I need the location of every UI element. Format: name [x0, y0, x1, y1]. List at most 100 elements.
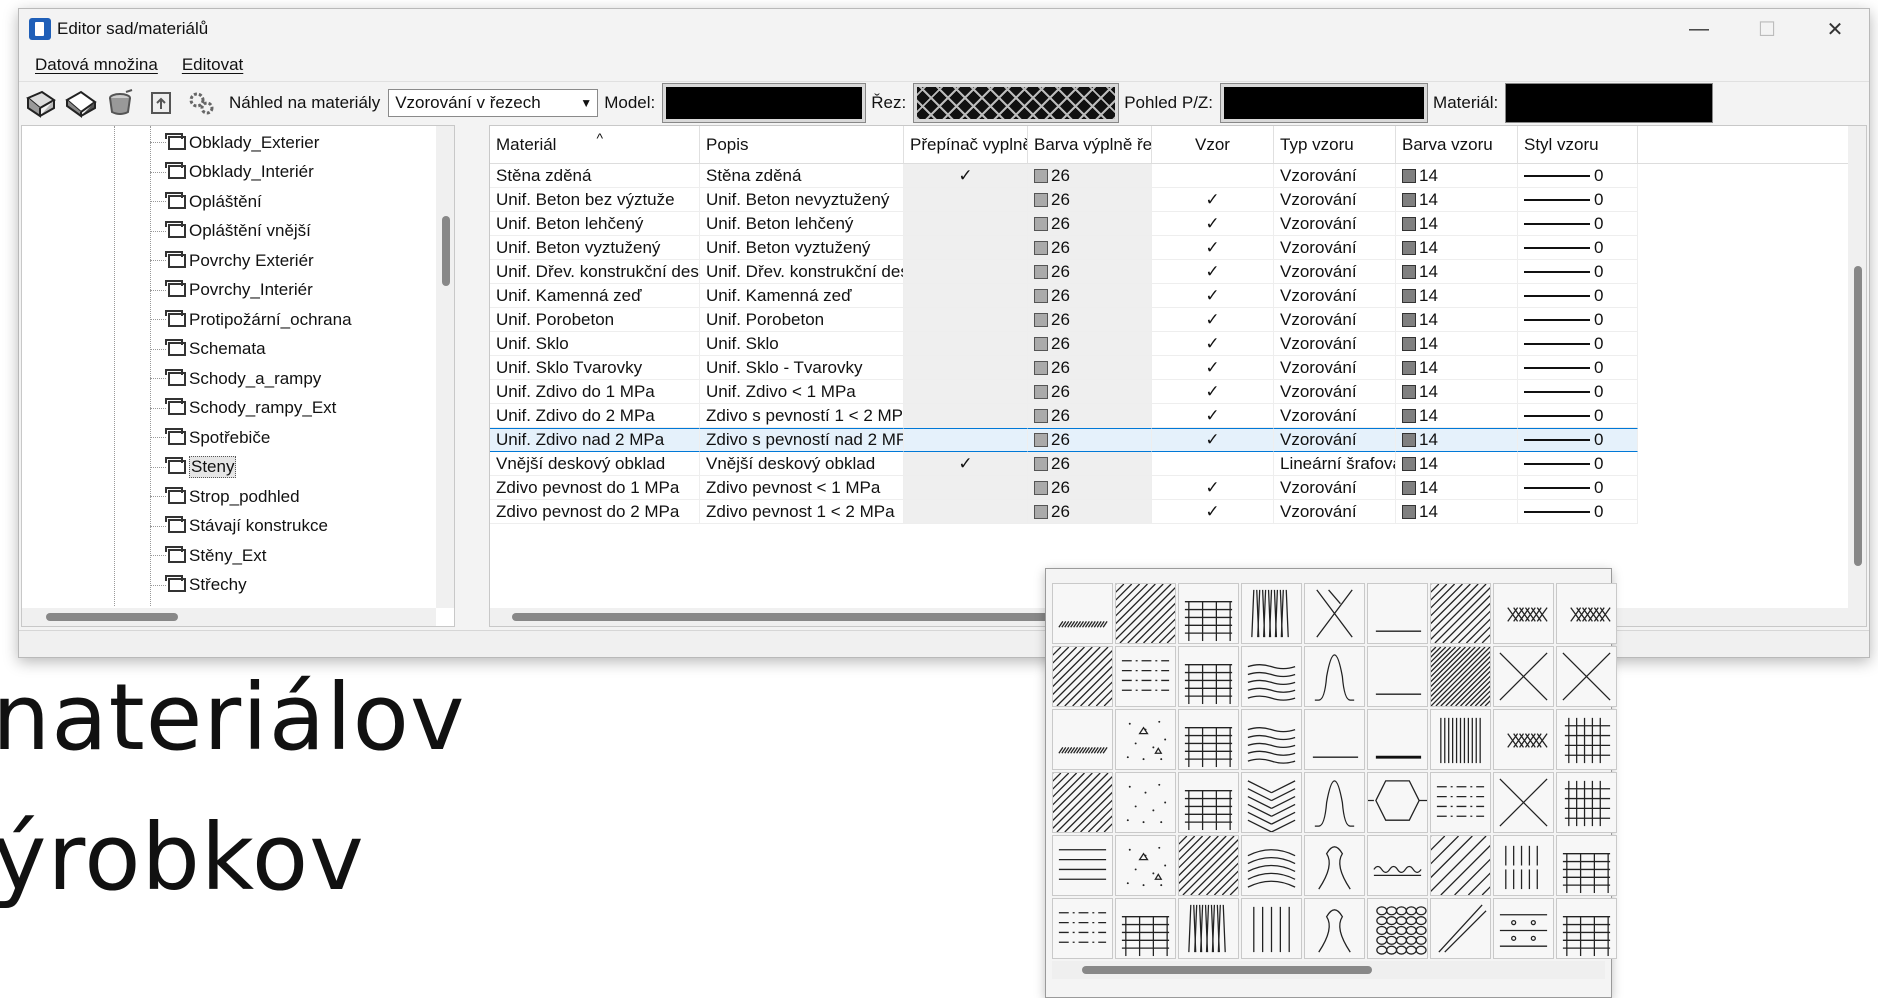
- material-cell[interactable]: Unif. Beton lehčený: [490, 212, 700, 236]
- tree-item[interactable]: Střechy: [150, 571, 247, 600]
- pattern-option[interactable]: [1241, 709, 1302, 770]
- material-bucket-icon[interactable]: [103, 85, 139, 121]
- tree-item[interactable]: Steny: [150, 453, 237, 482]
- pattern-toggle-cell[interactable]: ✓: [1152, 236, 1274, 260]
- table-row[interactable]: Zdivo pevnost do 2 MPa Zdivo pevnost 1 < …: [490, 500, 1866, 524]
- table-vertical-scrollbar[interactable]: [1848, 126, 1866, 626]
- fill-color-cell[interactable]: 26: [1028, 308, 1152, 332]
- material-cell[interactable]: Unif. Beton bez výztuže: [490, 188, 700, 212]
- table-row[interactable]: Unif. Zdivo do 2 MPa Zdivo s pevností 1 <…: [490, 404, 1866, 428]
- pattern-option[interactable]: [1304, 835, 1365, 896]
- pattern-option[interactable]: [1304, 772, 1365, 833]
- tree-item[interactable]: Protipožární_ochrana: [150, 305, 352, 334]
- material-cell[interactable]: Unif. Sklo: [490, 332, 700, 356]
- description-cell[interactable]: Vnější deskový obklad: [700, 452, 904, 476]
- pattern-option[interactable]: [1430, 898, 1491, 959]
- pattern-toggle-cell[interactable]: ✓: [1152, 500, 1274, 524]
- pattern-option[interactable]: [1367, 646, 1428, 707]
- pattern-toggle-cell[interactable]: ✓: [1152, 356, 1274, 380]
- pattern-style-cell[interactable]: 0: [1518, 356, 1638, 380]
- pattern-option[interactable]: [1178, 835, 1239, 896]
- fill-toggle-cell[interactable]: [904, 236, 1028, 260]
- fill-toggle-cell[interactable]: [904, 476, 1028, 500]
- pattern-option[interactable]: [1367, 583, 1428, 644]
- tree-item[interactable]: Schody_a_rampy: [150, 364, 321, 393]
- column-header[interactable]: Styl vzoru: [1518, 126, 1638, 163]
- menu-edit[interactable]: Editovat: [182, 55, 243, 75]
- description-cell[interactable]: Unif. Zdivo < 1 MPa: [700, 380, 904, 404]
- pattern-option[interactable]: [1493, 835, 1554, 896]
- model-swatch[interactable]: [662, 83, 867, 123]
- fill-toggle-cell[interactable]: [904, 212, 1028, 236]
- fill-color-cell[interactable]: 26: [1028, 188, 1152, 212]
- fill-toggle-cell[interactable]: [904, 260, 1028, 284]
- table-scroll-thumb[interactable]: [1854, 266, 1862, 566]
- tree-item[interactable]: Opláštění vnější: [150, 217, 311, 246]
- column-header[interactable]: Vzor: [1152, 126, 1274, 163]
- fill-toggle-cell[interactable]: ✓: [904, 452, 1028, 476]
- pattern-type-cell[interactable]: Vzorování: [1274, 236, 1396, 260]
- material-cell[interactable]: Zdivo pevnost do 1 MPa: [490, 476, 700, 500]
- pattern-type-cell[interactable]: Vzorování: [1274, 476, 1396, 500]
- pattern-type-cell[interactable]: Vzorování: [1274, 164, 1396, 188]
- pattern-option[interactable]: [1430, 835, 1491, 896]
- pattern-option[interactable]: [1493, 646, 1554, 707]
- material-cell[interactable]: Stěna zděná: [490, 164, 700, 188]
- pattern-style-cell[interactable]: 0: [1518, 452, 1638, 476]
- pattern-color-cell[interactable]: 14: [1396, 500, 1518, 524]
- pattern-option[interactable]: [1241, 583, 1302, 644]
- pattern-color-cell[interactable]: 14: [1396, 308, 1518, 332]
- material-cell[interactable]: Unif. Dřev. konstrukční deska: [490, 260, 700, 284]
- pattern-option[interactable]: [1367, 772, 1428, 833]
- pattern-color-cell[interactable]: 14: [1396, 284, 1518, 308]
- tree-item[interactable]: Stěny_Ext: [150, 541, 267, 570]
- pattern-style-cell[interactable]: 0: [1518, 380, 1638, 404]
- table-row[interactable]: Unif. Porobeton Unif. Porobeton 26 ✓ Vzorová…: [490, 308, 1866, 332]
- pattern-toggle-cell[interactable]: ✓: [1152, 332, 1274, 356]
- pattern-toggle-cell[interactable]: ✓: [1152, 428, 1274, 452]
- table-row[interactable]: Unif. Sklo Unif. Sklo 26 ✓ Vzorování 14 0: [490, 332, 1866, 356]
- fill-toggle-cell[interactable]: [904, 404, 1028, 428]
- pattern-toggle-cell[interactable]: ✓: [1152, 212, 1274, 236]
- tree-item[interactable]: Schemata: [150, 335, 266, 364]
- pattern-option[interactable]: [1052, 835, 1113, 896]
- pattern-toggle-cell[interactable]: [1152, 452, 1274, 476]
- tree-item[interactable]: Spotřebiče: [150, 423, 270, 452]
- pattern-option[interactable]: [1115, 898, 1176, 959]
- pattern-option[interactable]: [1178, 898, 1239, 959]
- pattern-option[interactable]: [1241, 772, 1302, 833]
- description-cell[interactable]: Zdivo s pevností nad 2 MPa: [700, 428, 904, 452]
- table-row[interactable]: Unif. Zdivo nad 2 MPa Zdivo s pevností na…: [490, 428, 1866, 452]
- column-header[interactable]: Přepínač vyplnění ř: [904, 126, 1028, 163]
- description-cell[interactable]: Unif. Sklo - Tvarovky: [700, 356, 904, 380]
- menu-dataset[interactable]: Datová množina: [35, 55, 158, 75]
- close-button[interactable]: ✕: [1801, 9, 1869, 49]
- material-cell[interactable]: Unif. Zdivo nad 2 MPa: [490, 428, 700, 452]
- pattern-option[interactable]: [1304, 646, 1365, 707]
- material-cell[interactable]: Unif. Kamenná zeď: [490, 284, 700, 308]
- pattern-option[interactable]: [1052, 709, 1113, 770]
- description-cell[interactable]: Zdivo pevnost 1 < 2 MPa: [700, 500, 904, 524]
- tree-scroll-thumb[interactable]: [442, 216, 450, 286]
- fill-toggle-cell[interactable]: [904, 356, 1028, 380]
- fill-toggle-cell[interactable]: [904, 308, 1028, 332]
- pattern-type-cell[interactable]: Vzorování: [1274, 308, 1396, 332]
- pattern-option[interactable]: [1241, 898, 1302, 959]
- pattern-style-cell[interactable]: 0: [1518, 212, 1638, 236]
- fill-color-cell[interactable]: 26: [1028, 380, 1152, 404]
- description-cell[interactable]: Unif. Beton vyztužený: [700, 236, 904, 260]
- open-library-icon[interactable]: [23, 85, 59, 121]
- pattern-option[interactable]: [1115, 646, 1176, 707]
- pattern-style-cell[interactable]: 0: [1518, 404, 1638, 428]
- description-cell[interactable]: Unif. Beton nevyztužený: [700, 188, 904, 212]
- tree-item[interactable]: Opláštění: [150, 187, 262, 216]
- pattern-color-cell[interactable]: 14: [1396, 476, 1518, 500]
- fill-toggle-cell[interactable]: [904, 500, 1028, 524]
- table-row[interactable]: Unif. Zdivo do 1 MPa Unif. Zdivo < 1 MPa 2…: [490, 380, 1866, 404]
- pattern-toggle-cell[interactable]: ✓: [1152, 404, 1274, 428]
- fill-color-cell[interactable]: 26: [1028, 236, 1152, 260]
- fill-color-cell[interactable]: 26: [1028, 404, 1152, 428]
- pattern-toggle-cell[interactable]: [1152, 164, 1274, 188]
- pattern-type-cell[interactable]: Vzorování: [1274, 404, 1396, 428]
- tree-vertical-scrollbar[interactable]: [436, 126, 454, 608]
